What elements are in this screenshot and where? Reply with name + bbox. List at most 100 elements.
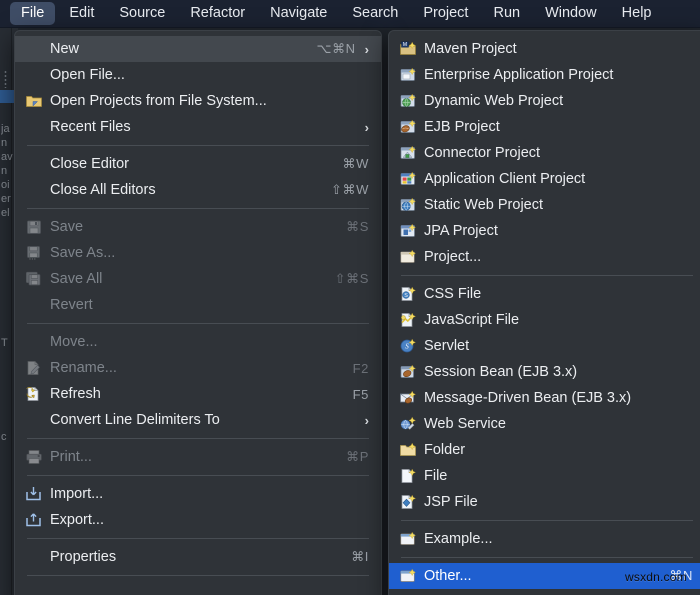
menu-item-label: Open File... (50, 67, 369, 83)
menu-separator (27, 208, 369, 209)
ide-left-strip-inner (0, 28, 12, 595)
menubar-item-window[interactable]: Window (534, 2, 608, 25)
ghost-text: n (1, 138, 15, 149)
menu-item-label: Project... (424, 249, 693, 265)
menu-item-label: Example... (424, 531, 693, 547)
svg-text:S: S (404, 293, 408, 299)
refresh-icon (25, 386, 44, 402)
menu-item-label: Close All Editors (50, 182, 317, 198)
menu-item-label: Import... (50, 486, 369, 502)
static-web-project-icon (399, 197, 418, 213)
menu-item-save-all: Save All⇧⌘S (15, 266, 381, 292)
menu-item-jsp-file[interactable]: JSP File (389, 489, 700, 515)
menu-item-refresh[interactable]: RefreshF5 (15, 381, 381, 407)
jpa-project-icon (399, 223, 418, 239)
menu-item-open-file[interactable]: Open File... (15, 62, 381, 88)
menu-item-convert-line-delimiters-to[interactable]: Convert Line Delimiters To › (15, 407, 381, 433)
maven-project-icon: M (399, 41, 418, 57)
menu-separator (401, 275, 693, 276)
menu-item-message-driven-bean-ejb-3-x[interactable]: Message-Driven Bean (EJB 3.x) (389, 385, 700, 411)
menu-item-recent-files[interactable]: Recent Files› (15, 114, 381, 140)
menu-item-label: New (50, 41, 302, 57)
project-icon (399, 249, 418, 265)
menu-item-shortcut: ⌥⌘N (316, 41, 355, 57)
menu-item-label: Application Client Project (424, 171, 693, 187)
menubar-item-edit[interactable]: Edit (58, 2, 105, 25)
dynamic-web-project-icon (399, 93, 418, 109)
message-driven-bean-icon (399, 390, 418, 406)
menubar: FileEditSourceRefactorNavigateSearchProj… (0, 0, 700, 28)
menubar-item-help[interactable]: Help (611, 2, 663, 25)
menu-item-label: Save (50, 219, 332, 235)
menu-item-connector-project[interactable]: Connector Project (389, 140, 700, 166)
menu-item-session-bean-ejb-3-x[interactable]: Session Bean (EJB 3.x) (389, 359, 700, 385)
chevron-right-icon: › (365, 413, 369, 428)
menu-item-label: EJB Project (424, 119, 693, 135)
menubar-item-project[interactable]: Project (412, 2, 479, 25)
menu-item-maven-project[interactable]: MMaven Project (389, 36, 700, 62)
new-submenu-panel: MMaven ProjectEnterprise Application Pro… (388, 30, 700, 595)
icon-placeholder (25, 549, 44, 565)
menubar-item-source[interactable]: Source (108, 2, 176, 25)
menu-item-label: Print... (50, 449, 332, 465)
menu-item-javascript-file[interactable]: JavaScript File (389, 307, 700, 333)
menu-item-shortcut: F5 (353, 387, 369, 402)
menu-item-file[interactable]: File (389, 463, 700, 489)
icon-placeholder (25, 119, 44, 135)
menubar-item-file[interactable]: File (10, 2, 55, 25)
enterprise-app-project-icon (399, 67, 418, 83)
menu-item-label: Convert Line Delimiters To (50, 412, 356, 428)
menu-item-css-file[interactable]: S CSS File (389, 281, 700, 307)
menu-item-shortcut: ⌘S (346, 219, 369, 235)
session-bean-icon (399, 364, 418, 380)
menu-item-shortcut: ⌘W (343, 156, 369, 172)
menu-separator (27, 438, 369, 439)
menubar-item-search[interactable]: Search (341, 2, 409, 25)
menu-item-shortcut: ⇧⌘W (331, 182, 369, 198)
javascript-file-icon (399, 312, 418, 328)
menu-item-export[interactable]: Export... (15, 507, 381, 533)
menu-item-servlet[interactable]: SServlet (389, 333, 700, 359)
jsp-file-icon (399, 494, 418, 510)
icon-placeholder (25, 182, 44, 198)
svg-text:M: M (403, 42, 407, 48)
menubar-item-run[interactable]: Run (482, 2, 531, 25)
menu-item-static-web-project[interactable]: Static Web Project (389, 192, 700, 218)
menu-item-example[interactable]: Example... (389, 526, 700, 552)
menubar-item-refactor[interactable]: Refactor (179, 2, 256, 25)
menu-item-enterprise-application-project[interactable]: Enterprise Application Project (389, 62, 700, 88)
menu-item-folder[interactable]: Folder (389, 437, 700, 463)
menu-item-properties[interactable]: Properties⌘I (15, 544, 381, 570)
example-icon (399, 531, 418, 547)
menu-item-label: Servlet (424, 338, 693, 354)
export-icon (25, 512, 44, 528)
menu-item-ejb-project[interactable]: EJB Project (389, 114, 700, 140)
file-menu-panel: New ⌥⌘N › Open File... Open Projects from Fi… (14, 30, 382, 595)
menu-item-shortcut: ⌘I (351, 549, 369, 565)
menu-item-import[interactable]: Import... (15, 481, 381, 507)
icon-placeholder (25, 412, 44, 428)
icon-placeholder (25, 41, 44, 57)
menu-item-close-all-editors[interactable]: Close All Editors ⇧⌘W (15, 177, 381, 203)
menu-item-dynamic-web-project[interactable]: Dynamic Web Project (389, 88, 700, 114)
other-icon (399, 568, 418, 584)
menu-item-label: Save As... (50, 245, 369, 261)
menu-item-label: Rename... (50, 360, 339, 376)
icon-placeholder (25, 67, 44, 83)
menu-item-web-service[interactable]: Web Service (389, 411, 700, 437)
menu-item-open-projects-from-file-system[interactable]: Open Projects from File System... (15, 88, 381, 114)
connector-project-icon (399, 145, 418, 161)
menu-item-label: Message-Driven Bean (EJB 3.x) (424, 390, 693, 406)
menu-item-new[interactable]: New ⌥⌘N › (15, 36, 381, 62)
menu-item-jpa-project[interactable]: JPA Project (389, 218, 700, 244)
menubar-item-navigate[interactable]: Navigate (259, 2, 338, 25)
menu-item-label: CSS File (424, 286, 693, 302)
menu-item-close-editor[interactable]: Close Editor⌘W (15, 151, 381, 177)
menu-item-print: Print...⌘P (15, 444, 381, 470)
chevron-right-icon: › (365, 42, 369, 57)
menu-item-label: JPA Project (424, 223, 693, 239)
menu-item-project[interactable]: Project... (389, 244, 700, 270)
menu-item-label: Session Bean (EJB 3.x) (424, 364, 693, 380)
menu-item-save-as: Save As... (15, 240, 381, 266)
menu-item-application-client-project[interactable]: Application Client Project (389, 166, 700, 192)
